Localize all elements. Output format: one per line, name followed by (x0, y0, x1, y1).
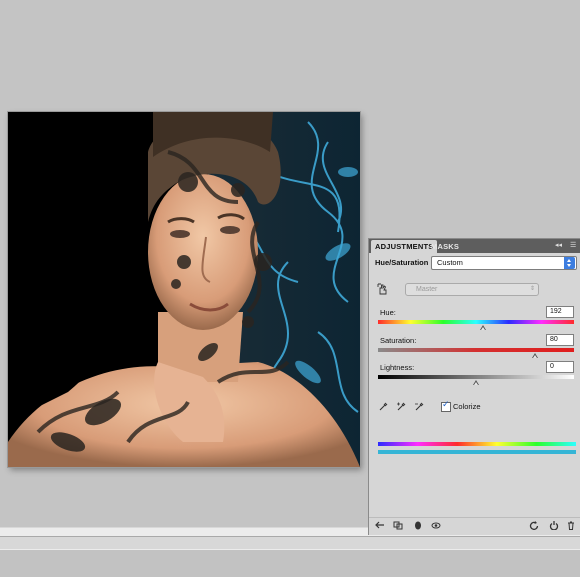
panel-tab-bar: ADJUSTMENTS MASKS ◂◂ ☰ (369, 239, 580, 253)
eyedropper-icon[interactable] (379, 401, 389, 411)
preset-select[interactable]: Custom (431, 256, 577, 270)
channel-label: Master (416, 286, 438, 293)
power-icon[interactable] (549, 521, 559, 530)
reset-icon[interactable] (529, 521, 539, 530)
window-edge (0, 536, 580, 549)
output-spectrum-bar (378, 450, 576, 454)
document-canvas[interactable] (8, 112, 360, 467)
colorize-checkbox[interactable] (441, 400, 451, 412)
canvas-image (8, 112, 360, 467)
panel-menu-icon[interactable]: ☰ (570, 241, 576, 249)
return-icon[interactable] (375, 521, 385, 530)
chevron-updown-icon[interactable] (564, 257, 575, 269)
targeted-adjustment-icon[interactable] (377, 283, 389, 295)
hue-input[interactable]: 192 (546, 306, 574, 318)
saturation-input[interactable]: 80 (546, 334, 574, 346)
panel-footer (369, 517, 580, 534)
adjustment-title: Hue/Saturation (375, 258, 429, 267)
saturation-label: Saturation: (380, 336, 417, 345)
adjustments-panel: ADJUSTMENTS MASKS ◂◂ ☰ Hue/Saturation Cu… (368, 238, 580, 535)
delete-icon[interactable] (566, 521, 576, 530)
eyedropper-add-icon[interactable] (397, 401, 407, 411)
collapse-panel-icon[interactable]: ◂◂ (555, 241, 562, 249)
lightness-slider-track[interactable] (378, 375, 574, 379)
tab-masks[interactable]: MASKS (427, 240, 463, 253)
eyedropper-subtract-icon[interactable] (415, 401, 425, 411)
input-spectrum-bar (378, 442, 576, 446)
lightness-label: Lightness: (380, 363, 415, 372)
hue-slider-track[interactable] (378, 320, 574, 324)
visibility-icon[interactable] (413, 521, 423, 530)
channel-select[interactable]: Master ⇕ (405, 283, 539, 296)
clip-icon[interactable] (393, 521, 403, 530)
view-previous-icon[interactable] (431, 521, 441, 530)
hue-label: Hue: (380, 308, 396, 317)
colorize-label: Colorize (453, 402, 481, 411)
chevron-updown-icon: ⇕ (529, 286, 535, 292)
saturation-slider-track[interactable] (378, 348, 574, 352)
lightness-input[interactable]: 0 (546, 361, 574, 373)
